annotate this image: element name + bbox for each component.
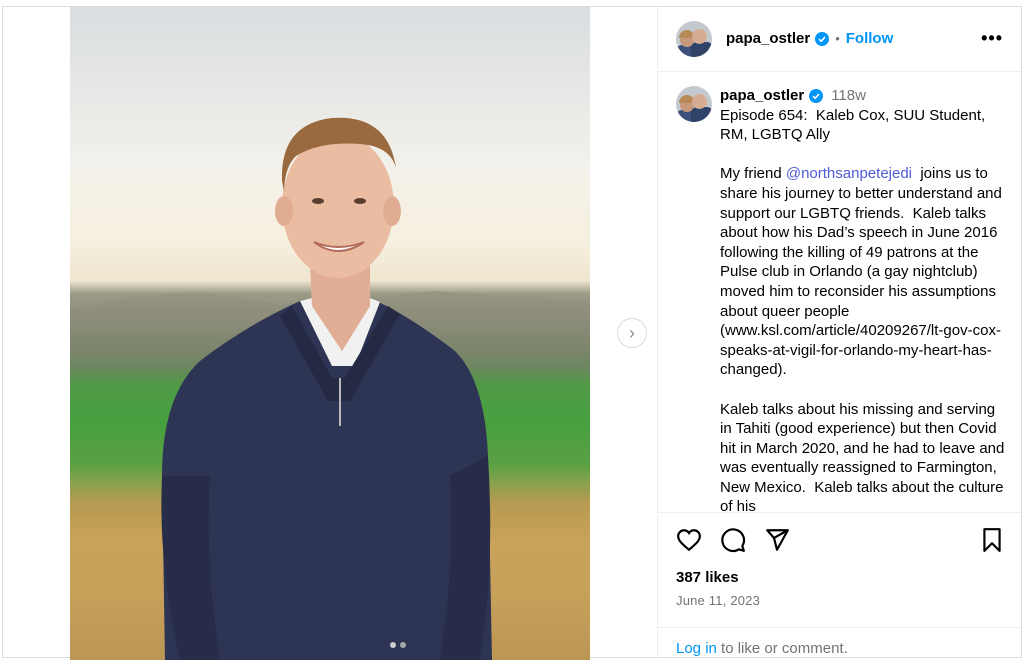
mention-link[interactable]: @northsanpetejedi bbox=[786, 165, 912, 182]
carousel-indicator bbox=[390, 642, 406, 648]
avatar[interactable] bbox=[676, 86, 712, 122]
follow-button[interactable]: Follow bbox=[846, 30, 894, 47]
more-icon[interactable]: ••• bbox=[981, 28, 1003, 49]
caption-text-part: joins us to share his journey to better … bbox=[720, 165, 1005, 512]
action-icons bbox=[676, 527, 790, 558]
login-link[interactable]: Log in bbox=[676, 640, 717, 657]
post-header: papa_ostler • Follow ••• bbox=[658, 6, 1023, 72]
carousel-dot bbox=[390, 642, 396, 648]
post-actions: 387 likes June 11, 2023 Log in to like o… bbox=[658, 512, 1023, 657]
carousel-dot bbox=[400, 642, 406, 648]
bookmark-icon[interactable] bbox=[979, 527, 1005, 558]
likes-count[interactable]: 387 likes bbox=[676, 569, 739, 586]
post-media[interactable] bbox=[70, 6, 590, 660]
caption-body: papa_ostler 118w Episode 654: Kaleb Cox,… bbox=[720, 86, 1007, 512]
comment-icon[interactable] bbox=[720, 527, 746, 558]
caption-section: papa_ostler 118w Episode 654: Kaleb Cox,… bbox=[658, 72, 1023, 512]
caption-username[interactable]: papa_ostler bbox=[720, 86, 804, 106]
chevron-right-icon: › bbox=[629, 322, 635, 343]
post-date: June 11, 2023 bbox=[676, 593, 761, 608]
next-slide-button[interactable]: › bbox=[617, 318, 647, 348]
verified-badge-icon bbox=[815, 31, 830, 46]
photo-person bbox=[161, 117, 492, 660]
post-age[interactable]: 118w bbox=[831, 86, 866, 106]
login-prompt-text: to like or comment. bbox=[716, 640, 848, 657]
login-prompt: Log in to like or comment. bbox=[658, 627, 1023, 660]
heart-icon[interactable] bbox=[676, 527, 702, 558]
separator-dot: • bbox=[835, 31, 840, 46]
caption-header: papa_ostler 118w bbox=[720, 86, 1007, 106]
share-icon[interactable] bbox=[764, 527, 790, 558]
caption-text: Episode 654: Kaleb Cox, SUU Student, RM,… bbox=[720, 106, 1007, 512]
verified-badge-icon bbox=[809, 88, 824, 103]
post-side-panel: papa_ostler • Follow ••• papa_ostler 118… bbox=[657, 6, 1023, 658]
avatar[interactable] bbox=[676, 20, 712, 57]
header-username[interactable]: papa_ostler bbox=[726, 30, 810, 47]
